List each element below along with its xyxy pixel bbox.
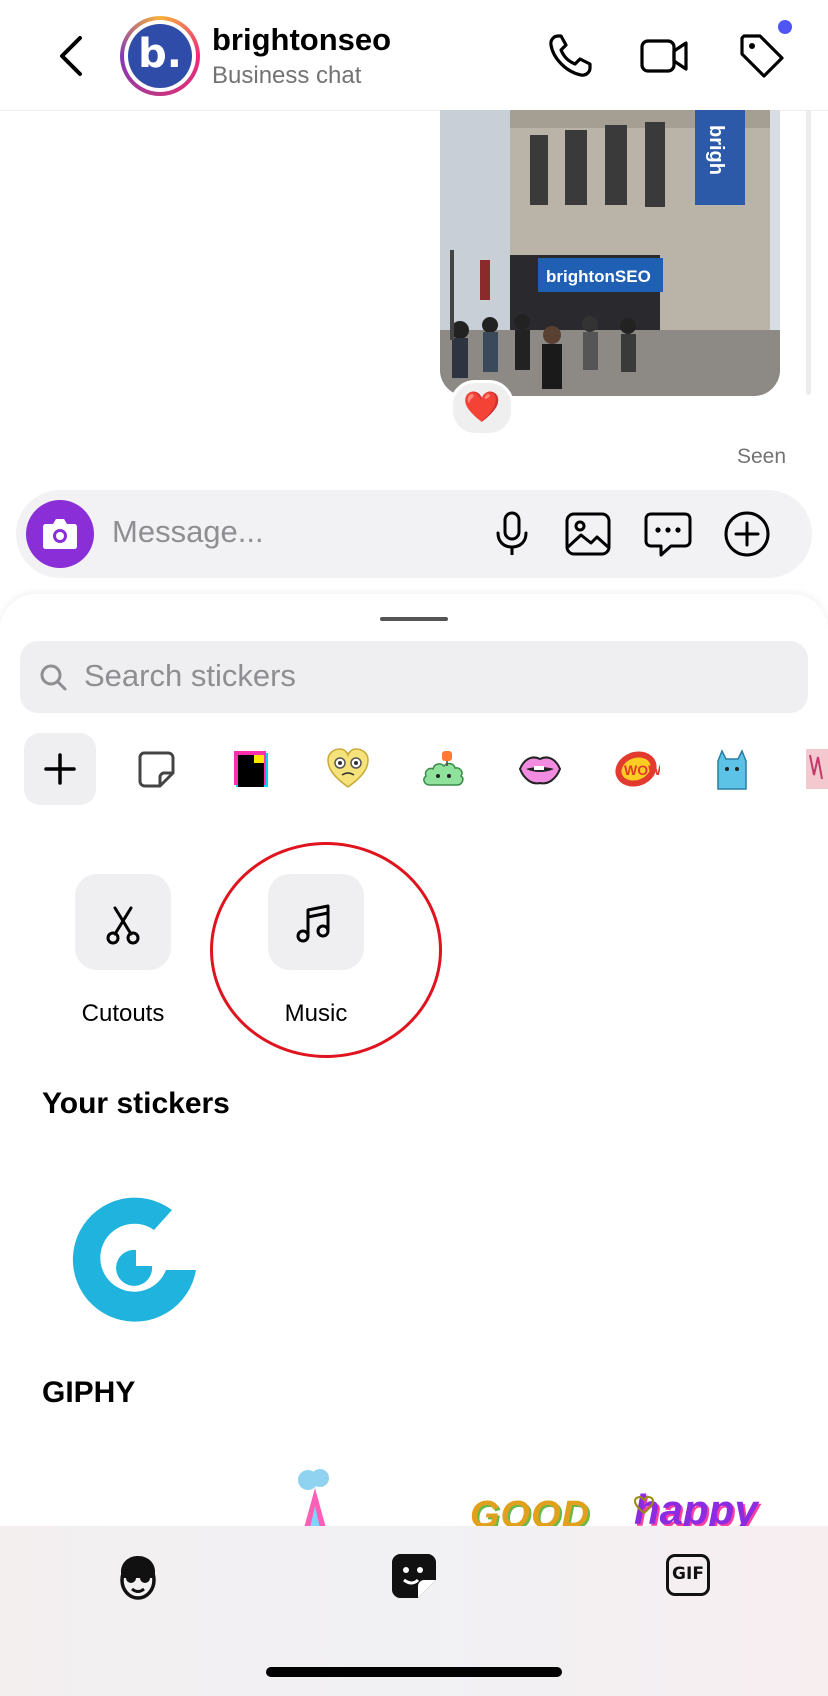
- lips-sticker[interactable]: [516, 745, 564, 793]
- svg-text:WOW: WOW: [624, 762, 660, 778]
- your-stickers-heading: Your stickers: [42, 1087, 230, 1120]
- sticker-outline-icon[interactable]: [132, 745, 180, 793]
- camera-icon: [43, 519, 77, 549]
- sheet-grabber[interactable]: [380, 617, 448, 621]
- shared-photo[interactable]: brigh brightonSEO: [440, 110, 780, 396]
- camera-button[interactable]: [26, 500, 94, 568]
- notification-dot: [778, 20, 792, 34]
- scissors-icon: [106, 906, 140, 945]
- partial-sticker[interactable]: [804, 745, 828, 793]
- search-icon: [40, 664, 67, 691]
- seen-status: Seen: [736, 445, 786, 468]
- banner-text: brigh: [705, 125, 727, 175]
- microphone-icon[interactable]: [487, 509, 537, 559]
- sticker-icon[interactable]: [390, 1552, 438, 1600]
- blue-creature-sticker[interactable]: [708, 745, 756, 793]
- sticker-search-input[interactable]: Search stickers: [84, 658, 296, 694]
- custom-sticker-logo[interactable]: [44, 1170, 204, 1330]
- contact-subtitle: Business chat: [212, 62, 362, 89]
- gallery-icon[interactable]: [563, 509, 613, 559]
- add-icon: [44, 753, 76, 785]
- sign-text: brightonSEO: [546, 267, 651, 286]
- back-chevron-icon[interactable]: [50, 30, 94, 82]
- giphy-heading: GIPHY: [42, 1376, 136, 1409]
- add-circle-icon[interactable]: [722, 509, 772, 559]
- phone-icon[interactable]: [544, 30, 596, 82]
- gif-icon: GIF: [672, 1564, 704, 1584]
- pixel-sticker[interactable]: [228, 745, 276, 793]
- add-sticker-button[interactable]: [24, 733, 96, 805]
- avatar-face-icon[interactable]: [114, 1552, 162, 1602]
- cloud-sticker[interactable]: [420, 745, 468, 793]
- heart-doodle: [634, 1496, 654, 1514]
- giphy-sticker-party[interactable]: [290, 1466, 340, 1528]
- highlight-annotation-circle: [210, 842, 442, 1058]
- wow-sticker[interactable]: WOW: [612, 745, 660, 793]
- message-input[interactable]: Message...: [112, 514, 264, 550]
- chat-scrollbar[interactable]: [806, 110, 811, 395]
- chat-bubble-icon[interactable]: [643, 509, 693, 559]
- home-indicator: [266, 1667, 562, 1677]
- video-camera-icon[interactable]: [638, 30, 690, 82]
- tag-icon[interactable]: [736, 30, 788, 82]
- heart-reaction[interactable]: ❤️: [450, 380, 514, 436]
- avatar[interactable]: b.: [128, 24, 192, 88]
- gif-tab-button[interactable]: GIF: [666, 1554, 710, 1596]
- cutouts-button[interactable]: [75, 874, 171, 970]
- cutouts-label: Cutouts: [81, 1000, 165, 1027]
- contact-name[interactable]: brightonseo: [212, 22, 391, 58]
- heart-face-sticker[interactable]: [324, 745, 372, 793]
